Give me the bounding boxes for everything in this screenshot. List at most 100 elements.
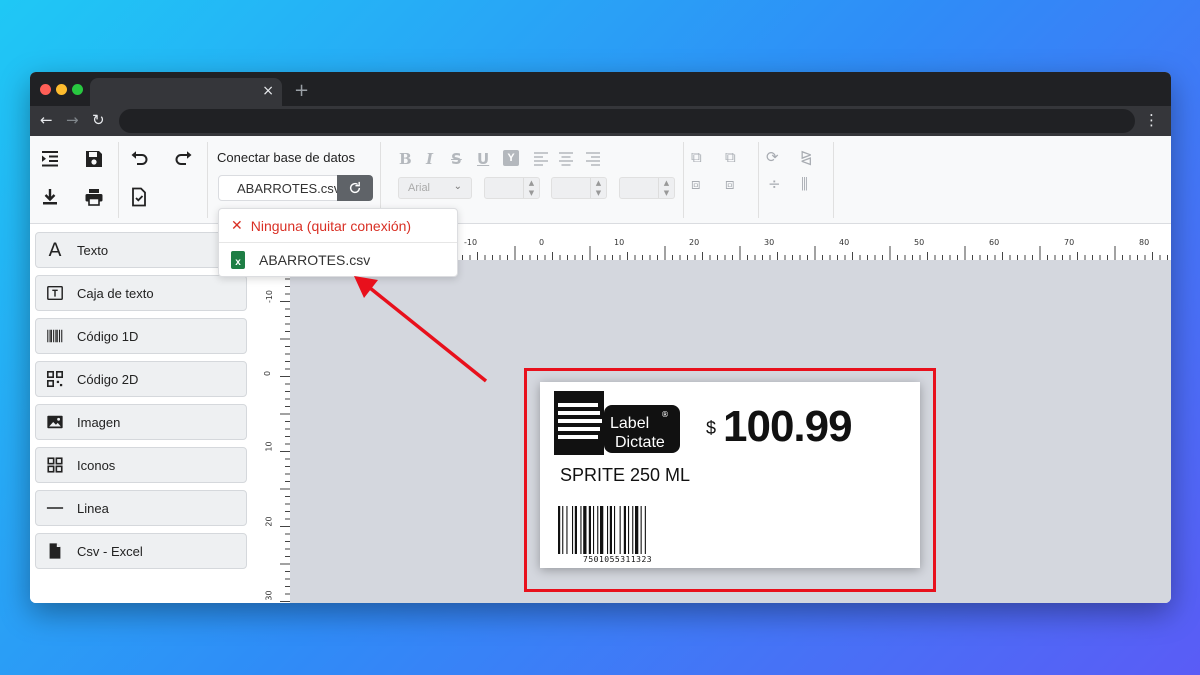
ruler-vertical: -10 0 10 20 30 bbox=[262, 224, 290, 603]
sidebar-item-linea[interactable]: Linea bbox=[35, 490, 247, 526]
ruler-label: 30 bbox=[264, 590, 274, 601]
ruler-label: 40 bbox=[839, 238, 850, 247]
chevron-up-icon: ▲ bbox=[595, 179, 602, 187]
send-to-back-icon[interactable]: ⧈ bbox=[725, 175, 735, 193]
db-select[interactable]: ABARROTES.csv bbox=[218, 175, 338, 201]
forward-icon[interactable]: → bbox=[66, 111, 79, 129]
new-tab-button[interactable]: + bbox=[294, 80, 309, 101]
sidebar-item-iconos[interactable]: Iconos bbox=[35, 447, 247, 483]
sidebar-item-csv-excel[interactable]: Csv - Excel bbox=[35, 533, 247, 569]
sidebar-item-caja-de-texto[interactable]: Caja de texto bbox=[35, 275, 247, 311]
chevron-down-icon: ▼ bbox=[528, 189, 535, 197]
sidebar-item-label: Código 2D bbox=[77, 371, 139, 387]
download-icon[interactable] bbox=[38, 185, 62, 209]
image-icon bbox=[44, 411, 66, 433]
sidebar-item-label: Iconos bbox=[77, 457, 116, 473]
bring-to-front-icon[interactable]: ⧈ bbox=[691, 175, 701, 193]
textbox-icon bbox=[44, 282, 66, 304]
chevron-down-icon: ▼ bbox=[663, 189, 670, 197]
chevron-down-icon: ⌄ bbox=[453, 181, 462, 192]
dropdown-option-none[interactable]: ✕ Ninguna (quitar conexión) bbox=[219, 209, 457, 243]
file-icon bbox=[44, 540, 66, 562]
ruler-label: 20 bbox=[689, 238, 700, 247]
align-center-icon[interactable] bbox=[554, 147, 578, 171]
ruler-label: 70 bbox=[1064, 238, 1075, 247]
sidebar-item-imagen[interactable]: Imagen bbox=[35, 404, 247, 440]
ruler-label: 20 bbox=[264, 516, 274, 527]
font-size-stepper[interactable]: ▲ ▼ bbox=[484, 177, 540, 199]
italic-button[interactable]: I bbox=[426, 150, 433, 168]
title-bar: × + bbox=[30, 72, 1171, 106]
chevron-up-icon: ▲ bbox=[528, 179, 535, 187]
grid-icon bbox=[44, 454, 66, 476]
line-spacing-stepper[interactable]: ▲ ▼ bbox=[551, 177, 607, 199]
indent-list-icon[interactable] bbox=[38, 147, 62, 171]
ruler-label: 50 bbox=[914, 238, 925, 247]
redo-icon[interactable] bbox=[172, 147, 196, 171]
font-family-select[interactable]: Arial ⌄ bbox=[398, 177, 472, 199]
tab-close-icon[interactable]: × bbox=[262, 83, 274, 99]
save-icon[interactable] bbox=[82, 147, 106, 171]
ruler-label: 30 bbox=[764, 238, 775, 247]
sidebar-item-texto[interactable]: A Texto bbox=[35, 232, 247, 268]
center-vertical-icon[interactable]: ÷ bbox=[768, 175, 781, 193]
dropdown-option-file[interactable]: x ABARROTES.csv bbox=[219, 243, 457, 277]
label-highlight-box bbox=[524, 368, 936, 592]
minimize-window-button[interactable] bbox=[56, 84, 67, 95]
browser-menu-icon[interactable]: ⋮ bbox=[1144, 111, 1159, 129]
qrcode-icon bbox=[44, 368, 66, 390]
center-horizontal-icon[interactable]: ⫼ bbox=[801, 175, 808, 193]
ruler-label: 10 bbox=[264, 441, 274, 452]
sidebar-item-codigo-1d[interactable]: Código 1D bbox=[35, 318, 247, 354]
invert-color-button[interactable]: Y bbox=[503, 150, 519, 166]
dropdown-option-label: ABARROTES.csv bbox=[259, 252, 371, 268]
url-input[interactable] bbox=[119, 109, 1135, 133]
ruler-label: 0 bbox=[539, 238, 545, 247]
sidebar-item-label: Código 1D bbox=[77, 328, 139, 344]
browser-tab[interactable]: × bbox=[90, 78, 282, 106]
address-bar: ← → ↻ ⋮ bbox=[30, 106, 1171, 136]
sidebar-item-label: Caja de texto bbox=[77, 285, 154, 301]
text-icon: A bbox=[48, 239, 62, 261]
strikethrough-button[interactable]: S bbox=[451, 150, 462, 168]
bring-forward-icon[interactable]: ⧉ bbox=[691, 148, 702, 166]
maximize-window-button[interactable] bbox=[72, 84, 83, 95]
align-right-icon[interactable] bbox=[581, 147, 605, 171]
close-window-button[interactable] bbox=[40, 84, 51, 95]
barcode-icon bbox=[44, 325, 66, 347]
chevron-down-icon: ▼ bbox=[595, 189, 602, 197]
editor-toolbar: Conectar base de datos ABARROTES.csv B I… bbox=[30, 136, 1171, 224]
sidebar-item-label: Linea bbox=[77, 500, 109, 516]
dropdown-option-label: Ninguna (quitar conexión) bbox=[250, 217, 412, 234]
sidebar-item-label: Csv - Excel bbox=[77, 543, 143, 559]
close-icon: ✕ bbox=[231, 217, 243, 234]
verify-document-icon[interactable] bbox=[127, 185, 151, 209]
chevron-up-icon: ▲ bbox=[663, 179, 670, 187]
print-icon[interactable] bbox=[82, 185, 106, 209]
element-sidebar: A Texto Caja de texto Código 1D Código 2… bbox=[30, 224, 262, 603]
back-icon[interactable]: ← bbox=[40, 111, 53, 129]
flip-horizontal-icon[interactable]: ⧎ bbox=[800, 148, 813, 166]
ruler-label: 0 bbox=[263, 370, 273, 377]
line-icon bbox=[44, 497, 66, 519]
underline-button[interactable]: U bbox=[477, 150, 489, 168]
db-dropdown-menu: ✕ Ninguna (quitar conexión) x ABARROTES.… bbox=[218, 208, 458, 277]
db-refresh-button[interactable] bbox=[337, 175, 373, 201]
reload-icon[interactable]: ↻ bbox=[92, 111, 105, 129]
undo-icon[interactable] bbox=[127, 147, 151, 171]
db-connect-label: Conectar base de datos bbox=[217, 150, 356, 165]
sidebar-item-codigo-2d[interactable]: Código 2D bbox=[35, 361, 247, 397]
letter-spacing-stepper[interactable]: ▲ ▼ bbox=[619, 177, 675, 199]
ruler-label: 10 bbox=[614, 238, 625, 247]
font-family-value: Arial bbox=[408, 182, 431, 194]
sidebar-item-label: Texto bbox=[77, 242, 109, 258]
browser-window: × + ← → ↻ ⋮ Conectar base de datos ABARR… bbox=[30, 72, 1171, 603]
send-backward-icon[interactable]: ⧉ bbox=[725, 148, 736, 166]
ruler-label: -10 bbox=[464, 238, 478, 247]
bold-button[interactable]: B bbox=[399, 150, 412, 168]
sidebar-item-label: Imagen bbox=[77, 414, 121, 430]
align-left-icon[interactable] bbox=[529, 147, 553, 171]
rotate-icon[interactable]: ⟳ bbox=[766, 148, 779, 166]
refresh-icon bbox=[349, 181, 361, 194]
ruler-label: 60 bbox=[989, 238, 1000, 247]
